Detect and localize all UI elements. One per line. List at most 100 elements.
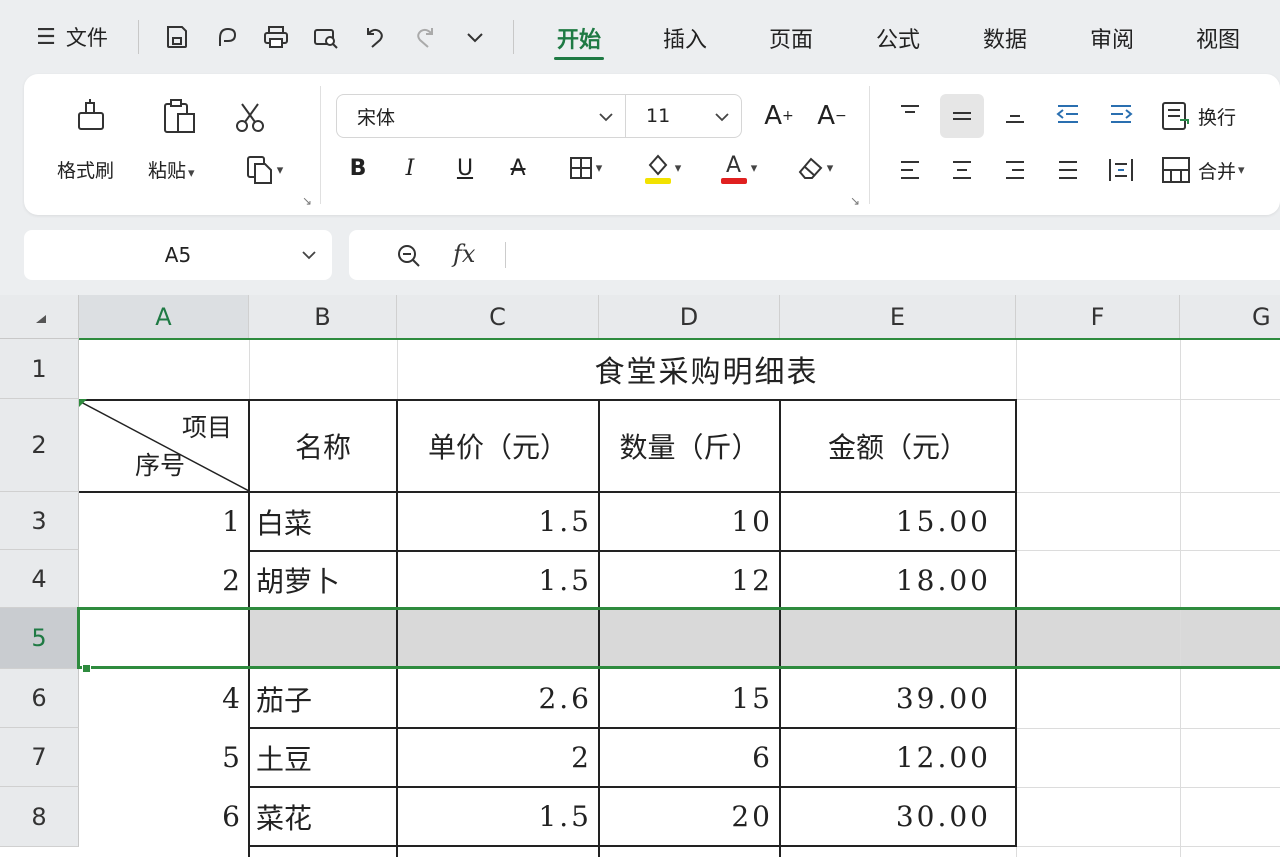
fx-icon[interactable]: fx xyxy=(453,240,475,268)
column-header-d[interactable]: D xyxy=(599,295,780,339)
format-painter-icon[interactable] xyxy=(68,94,112,138)
cell-amount[interactable]: 12.00 xyxy=(781,729,1015,786)
header-cell-qty[interactable]: 数量（斤） xyxy=(600,401,779,491)
row-header-4[interactable]: 4 xyxy=(0,550,79,608)
cell-qty[interactable]: 12 xyxy=(600,552,779,608)
format-painter-label[interactable]: 格式刷 xyxy=(57,156,114,183)
merge-button[interactable]: 合并 ▾ xyxy=(1160,150,1270,190)
cell-price[interactable]: 1.5 xyxy=(398,788,598,845)
cell-name[interactable]: 茄子 xyxy=(250,670,396,727)
cell-price[interactable]: 2 xyxy=(398,729,598,786)
share-icon[interactable] xyxy=(210,20,244,54)
clear-format-button[interactable]: ▾ xyxy=(784,148,844,188)
cell-qty[interactable]: 20 xyxy=(600,788,779,845)
redo-icon[interactable] xyxy=(408,20,442,54)
cell-qty[interactable]: 10 xyxy=(600,493,779,550)
font-size-select[interactable]: 11 xyxy=(625,94,742,138)
underline-icon[interactable]: U xyxy=(447,150,483,186)
tab-insert[interactable]: 插入 xyxy=(652,22,718,54)
fill-color-button[interactable]: ▾ xyxy=(632,148,692,188)
tab-review[interactable]: 审阅 xyxy=(1079,22,1145,54)
cell-name[interactable]: 白菜 xyxy=(250,493,396,550)
cell-amount[interactable]: 30.00 xyxy=(781,788,1015,845)
sheet-title[interactable]: 食堂采购明细表 xyxy=(397,339,1016,399)
tab-data[interactable]: 数据 xyxy=(972,22,1038,54)
increase-font-size-icon[interactable]: A + xyxy=(759,96,799,136)
paste-button[interactable]: 粘贴 ▾ xyxy=(148,156,195,183)
column-header-e[interactable]: E xyxy=(780,295,1016,339)
cell-price[interactable]: 1.5 xyxy=(398,493,598,550)
row-header-7[interactable]: 7 xyxy=(0,728,79,787)
name-box[interactable]: A5 xyxy=(24,230,332,280)
row-header-3[interactable]: 3 xyxy=(0,492,79,550)
bold-icon[interactable]: B xyxy=(340,150,376,186)
wrap-text-button[interactable]: 换行 xyxy=(1160,96,1250,136)
cell-amount[interactable]: 15.00 xyxy=(781,493,1015,550)
align-middle-icon[interactable] xyxy=(940,94,984,138)
undo-icon[interactable] xyxy=(358,20,392,54)
paste-icon[interactable] xyxy=(158,94,202,138)
row-header-8[interactable]: 8 xyxy=(0,787,79,847)
print-preview-icon[interactable] xyxy=(309,20,343,54)
row-header-6[interactable]: 6 xyxy=(0,669,79,728)
cell-name[interactable]: 菜花 xyxy=(250,788,396,845)
select-all-corner[interactable] xyxy=(0,295,79,339)
row-header-1[interactable]: 1 xyxy=(0,339,79,399)
column-header-b[interactable]: B xyxy=(249,295,397,339)
copy-button[interactable]: ▾ xyxy=(234,152,294,188)
tab-page[interactable]: 页面 xyxy=(758,22,824,54)
cell-seq[interactable]: 6 xyxy=(79,788,249,845)
column-header-g[interactable]: G xyxy=(1180,295,1280,339)
column-header-f[interactable]: F xyxy=(1016,295,1180,339)
tab-view[interactable]: 视图 xyxy=(1185,22,1251,54)
chevron-down-icon[interactable] xyxy=(458,20,492,54)
header-cell-amount[interactable]: 金额（元） xyxy=(781,401,1015,491)
cell-price[interactable]: 1.5 xyxy=(398,552,598,608)
spreadsheet-grid[interactable]: A B C D E F G 1 2 3 4 5 6 7 8 食堂采购明细表 项目… xyxy=(0,295,1280,857)
cell-name[interactable]: 土豆 xyxy=(250,729,396,786)
italic-icon[interactable]: I xyxy=(392,150,428,186)
decrease-font-size-icon[interactable]: A − xyxy=(812,96,852,136)
cell-seq[interactable]: 1 xyxy=(79,493,249,550)
increase-indent-icon[interactable] xyxy=(1101,94,1141,134)
justify-icon[interactable] xyxy=(1048,150,1088,190)
decrease-indent-icon[interactable] xyxy=(1048,94,1088,134)
strikethrough-icon[interactable]: A xyxy=(500,150,536,186)
row-header-2[interactable]: 2 xyxy=(0,399,79,492)
cell-qty[interactable]: 15 xyxy=(600,670,779,727)
cell-seq[interactable]: 4 xyxy=(79,670,249,727)
dialog-launcher-icon[interactable]: ↘ xyxy=(850,194,860,208)
cell-name[interactable]: 胡萝卜 xyxy=(250,552,396,608)
dialog-launcher-icon[interactable]: ↘ xyxy=(302,194,312,208)
save-icon[interactable] xyxy=(160,20,194,54)
align-bottom-icon[interactable] xyxy=(995,94,1035,134)
align-top-icon[interactable] xyxy=(890,94,930,134)
tab-formulas[interactable]: 公式 xyxy=(865,22,931,54)
header-cell-name[interactable]: 名称 xyxy=(250,401,396,491)
cell-amount[interactable]: 39.00 xyxy=(781,670,1015,727)
formula-bar[interactable]: fx xyxy=(349,230,1280,280)
zoom-icon[interactable] xyxy=(395,242,423,270)
cell-seq[interactable]: 5 xyxy=(79,729,249,786)
cell-amount[interactable]: 18.00 xyxy=(781,552,1015,608)
fill-handle[interactable] xyxy=(82,664,91,673)
cell-seq[interactable]: 2 xyxy=(79,552,249,608)
column-header-a[interactable]: A xyxy=(79,295,249,339)
align-left-icon[interactable] xyxy=(890,150,930,190)
file-menu[interactable]: ☰ 文件 xyxy=(30,22,114,52)
header-cell-price[interactable]: 单价（元） xyxy=(398,401,598,491)
cut-icon[interactable] xyxy=(228,98,272,138)
wrap-text-label: 换行 xyxy=(1198,106,1237,129)
tab-home[interactable]: 开始 xyxy=(546,22,612,54)
borders-button[interactable]: ▾ xyxy=(556,150,614,186)
cell-price[interactable]: 2.6 xyxy=(398,670,598,727)
column-header-c[interactable]: C xyxy=(397,295,599,339)
align-right-icon[interactable] xyxy=(995,150,1035,190)
row-header-5[interactable]: 5 xyxy=(0,608,79,669)
font-name-select[interactable]: 宋体 xyxy=(336,94,626,138)
print-icon[interactable] xyxy=(259,20,293,54)
distributed-align-icon[interactable] xyxy=(1101,150,1141,190)
font-color-button[interactable]: A ▾ xyxy=(708,148,768,188)
align-center-icon[interactable] xyxy=(942,150,982,190)
cell-qty[interactable]: 6 xyxy=(600,729,779,786)
